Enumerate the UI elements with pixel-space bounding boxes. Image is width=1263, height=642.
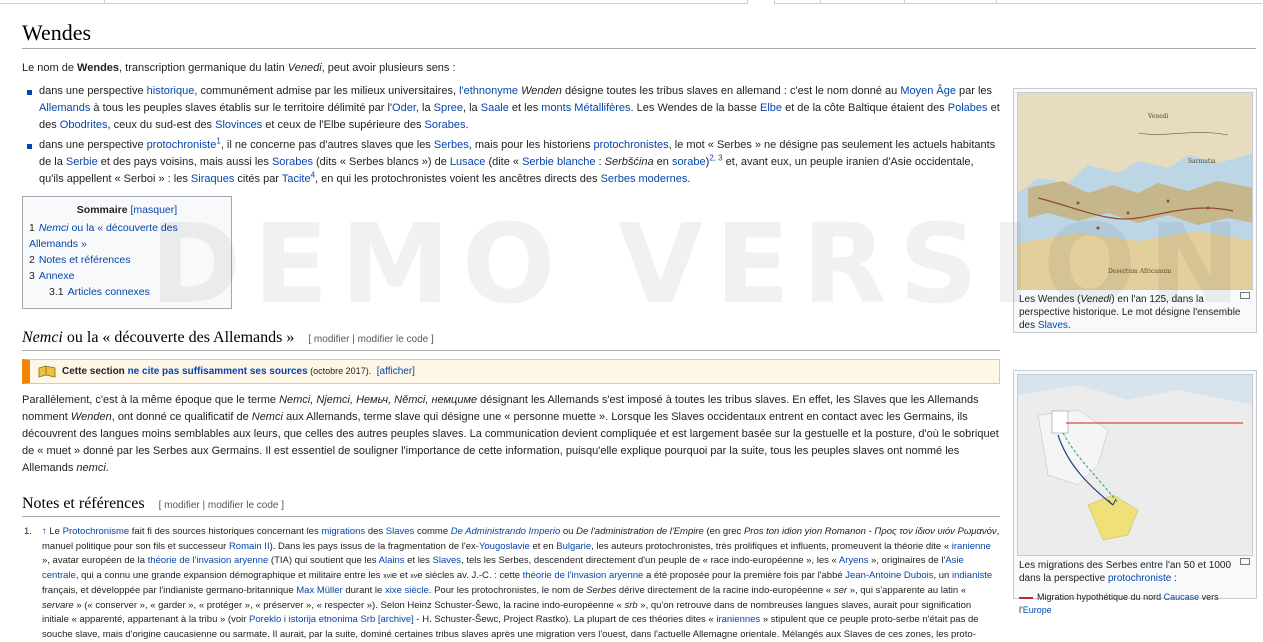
link-archive[interactable]: [archive]	[378, 614, 414, 625]
map-icon	[1018, 375, 1252, 555]
list-item: 1. ↑ Le Protochronisme fait fi des source…	[24, 526, 1000, 640]
link-xixe[interactable]: xixe siècle	[385, 585, 429, 596]
toc-item-2[interactable]: 2 Notes et références	[29, 252, 225, 268]
link-alains[interactable]: Alains	[379, 555, 405, 566]
roman-empire-map-image[interactable]: Venedi Sarmatia Desertum Africanum	[1017, 92, 1253, 290]
enlarge-icon[interactable]	[1240, 292, 1250, 299]
link-indianiste[interactable]: indianiste	[952, 570, 992, 581]
sources-warning-box: Cette section ne cite pas suffisamment s…	[22, 359, 1000, 384]
link-poreklo[interactable]: Poreklo i istorija etnonima Srb	[249, 614, 375, 625]
link-tia[interactable]: théorie de l'invasion aryenne	[148, 555, 269, 566]
figure-serbes-map: Les migrations des Serbes entre l'an 50 …	[1013, 370, 1257, 615]
link-dubois[interactable]: Jean-Antoine Dubois	[845, 570, 933, 581]
svg-text:Sarmatia: Sarmatia	[1188, 158, 1216, 165]
book-warning-icon	[38, 365, 56, 378]
references-list: 1. ↑ Le Protochronisme fait fi des source…	[22, 525, 1000, 642]
link-serbie-blanche[interactable]: Serbie blanche	[522, 156, 595, 168]
section-edit-links[interactable]: [ modifier | modifier le code ]	[308, 334, 433, 345]
toc-item-1[interactable]: 1 Nemci ou la « découverte des Allemands …	[29, 220, 225, 252]
serb-migrations-map-image[interactable]	[1017, 374, 1253, 556]
link-historique[interactable]: historique	[147, 85, 195, 97]
link-obodrites[interactable]: Obodrites	[60, 119, 108, 131]
table-of-contents: Sommaire [masquer] 1 Nemci ou la « découv…	[22, 196, 232, 309]
toc-item-3-1[interactable]: 3.1 Articles connexes	[29, 284, 225, 300]
link-protochroniste[interactable]: protochroniste	[147, 139, 217, 151]
link-siraques[interactable]: Siraques	[191, 173, 234, 185]
link-caucase[interactable]: Caucase	[1164, 592, 1200, 602]
svg-text:Desertum Africanum: Desertum Africanum	[1108, 268, 1172, 275]
link-monts-metalliferes[interactable]: monts Métallifères	[541, 102, 630, 114]
link-serbie[interactable]: Serbie	[66, 156, 98, 168]
link-oder[interactable]: Oder	[392, 102, 416, 114]
link-bulgarie[interactable]: Bulgarie	[556, 541, 591, 552]
list-item: dans une perspective protochroniste1, il…	[27, 137, 1000, 188]
svg-text:Venedi: Venedi	[1147, 113, 1169, 120]
sources-link[interactable]: ne cite pas suffisamment ses sources	[128, 366, 308, 377]
top-tabs-strip	[0, 0, 1263, 6]
link-tacite[interactable]: Tacite	[282, 173, 311, 185]
list-item: dans une perspective historique, communé…	[27, 83, 1000, 134]
link-spree[interactable]: Spree	[434, 102, 463, 114]
link-protochronisme[interactable]: Protochronisme	[63, 526, 130, 537]
link-serbes[interactable]: Serbes	[434, 139, 469, 151]
toc-toggle[interactable]: [masquer]	[131, 204, 178, 216]
link-dai[interactable]: De Administrando Imperio	[451, 526, 560, 537]
enlarge-icon[interactable]	[1240, 558, 1250, 565]
intro-paragraph: Le nom de Wendes, transcription germaniq…	[22, 62, 456, 74]
link-slaves-caption[interactable]: Slaves	[1038, 320, 1068, 331]
section-heading-nemci: Nemci ou la « découverte des Allemands »…	[22, 329, 1000, 351]
section-edit-links[interactable]: [ modifier | modifier le code ]	[159, 500, 284, 511]
figure-wendes-map: Venedi Sarmatia Desertum Africanum Les W…	[1013, 88, 1257, 333]
link-allemands[interactable]: Allemands	[39, 102, 90, 114]
link-saale[interactable]: Saale	[481, 102, 509, 114]
link-ethnonyme[interactable]: l'ethnonyme	[459, 85, 518, 97]
map-icon: Venedi Sarmatia Desertum Africanum	[1018, 93, 1252, 289]
link-aryens[interactable]: Aryens	[839, 555, 869, 566]
link-sorabe[interactable]: sorabe	[672, 156, 706, 168]
ref-link-2-3[interactable]: 2, 3	[709, 153, 722, 162]
figure-caption: Les migrations des Serbes entre l'an 50 …	[1019, 560, 1232, 584]
link-slaves[interactable]: Slaves	[386, 526, 415, 537]
link-migrations[interactable]: migrations	[321, 526, 365, 537]
link-serbes-modernes[interactable]: Serbes modernes	[601, 173, 688, 185]
link-romain-ii[interactable]: Romain II	[229, 541, 270, 552]
link-iranienne[interactable]: iranienne	[952, 541, 991, 552]
section-heading-notes: Notes et références [ modifier | modifie…	[22, 495, 1000, 517]
link-europe[interactable]: Europe	[1023, 605, 1052, 615]
link-lusace[interactable]: Lusace	[450, 156, 485, 168]
link-polabes[interactable]: Polabes	[948, 102, 988, 114]
show-button[interactable]: [afficher]	[377, 366, 415, 377]
page-title: Wendes	[22, 20, 1256, 49]
link-sorabes-2[interactable]: Sorabes	[272, 156, 313, 168]
senses-list: dans une perspective historique, communé…	[22, 83, 1000, 188]
article-body: Le nom de Wendes, transcription germaniq…	[22, 60, 1000, 642]
link-elbe[interactable]: Elbe	[760, 102, 782, 114]
link-protochroniste-caption[interactable]: protochroniste	[1108, 573, 1171, 584]
link-slovinces[interactable]: Slovinces	[215, 119, 262, 131]
link-max-muller[interactable]: Max Müller	[296, 585, 342, 596]
link-moyen-age[interactable]: Moyen Âge	[900, 85, 956, 97]
link-slaves-2[interactable]: Slaves	[433, 555, 462, 566]
figure-caption: Les Wendes (Venedi) en l'an 125, dans la…	[1019, 294, 1241, 331]
toc-item-3[interactable]: 3 Annexe	[29, 268, 225, 284]
toc-title: Sommaire	[76, 204, 128, 216]
link-iraniennes[interactable]: iraniennes	[716, 614, 760, 625]
link-tia-2[interactable]: théorie de l'invasion aryenne	[523, 570, 644, 581]
map-legend: Migration hypothétique du nord Caucase v…	[1019, 592, 1219, 615]
link-yougoslavie[interactable]: Yougoslavie	[479, 541, 530, 552]
link-protochronistes[interactable]: protochronistes	[593, 139, 668, 151]
nemci-paragraph: Parallèlement, c'est à la même époque qu…	[22, 394, 999, 474]
legend-red-line	[1019, 596, 1033, 599]
link-sorabes[interactable]: Sorabes	[425, 119, 466, 131]
